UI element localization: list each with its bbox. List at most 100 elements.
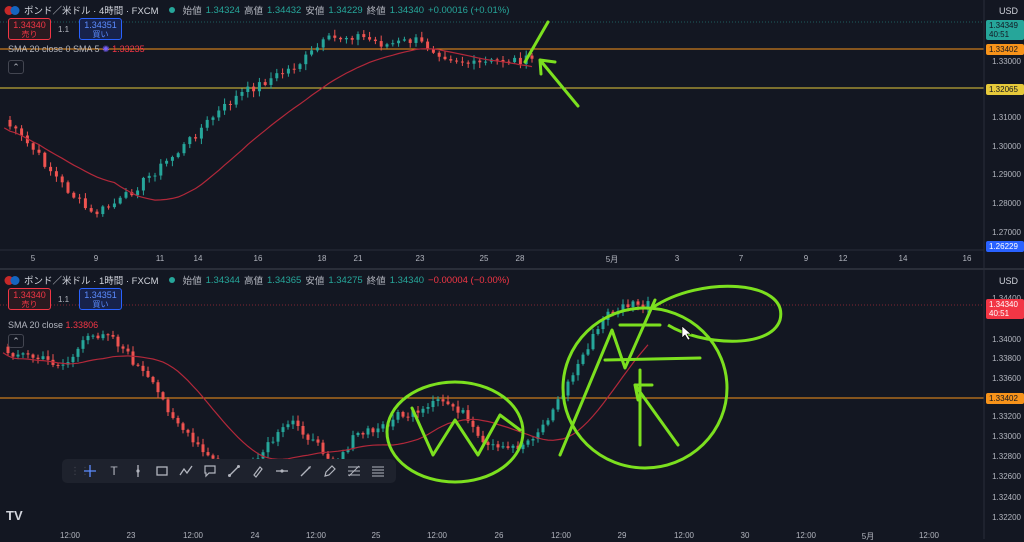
sell-label: 売り [21, 300, 38, 309]
buy-price: 1.34351 [84, 20, 117, 30]
orange-line-tag: 1.33402 [986, 393, 1024, 404]
sell-label: 売り [21, 30, 38, 39]
close-value: 1.34340 [389, 274, 425, 286]
symbol-title[interactable]: ポンド／米ドル · 4時間 · FXCM [24, 3, 159, 17]
last-price-tag: 1.34349 40:51 [986, 20, 1024, 40]
bot-candle [196, 442, 200, 445]
top-candle [368, 37, 372, 40]
symbol-title[interactable]: ポンド／米ドル · 1時間 · FXCM [24, 273, 159, 287]
top-candle [350, 37, 354, 40]
bot-candle [41, 356, 45, 360]
low-value: 1.34275 [328, 274, 363, 286]
chart-canvas-4h[interactable] [0, 0, 1024, 268]
collapse-legend-button[interactable]: ⌃ [8, 334, 24, 348]
top-candle [362, 34, 366, 38]
top-candle [373, 39, 377, 42]
orange-line-tag: 1.33402 [986, 44, 1024, 55]
drag-handle-icon[interactable]: ⋮⋮ [70, 466, 90, 477]
bot-candle [181, 423, 185, 430]
chart-pane-1h[interactable]: ポンド／米ドル · 1時間 · FXCM 始値 1.34344 高値 1.34365… [0, 270, 1024, 541]
trend-line-icon[interactable] [224, 461, 244, 481]
top-candle [414, 37, 418, 43]
text-icon[interactable]: T [104, 461, 124, 481]
top-candle [402, 39, 406, 41]
countdown-value: 40:51 [989, 309, 1010, 318]
bot-candle [421, 408, 425, 413]
top-candle [304, 54, 308, 65]
bot-candle [486, 442, 490, 446]
time-axis-label: 21 [353, 254, 363, 263]
rectangle-icon[interactable] [152, 461, 172, 481]
top-candle [217, 110, 221, 118]
yellow-line-tag: 1.32065 [986, 84, 1024, 95]
top-candle [60, 176, 64, 183]
price-axis-label: 1.33000 [992, 57, 1021, 66]
top-candle [495, 59, 499, 61]
bot-candle [186, 429, 190, 433]
bot-candle [81, 340, 85, 349]
sell-button[interactable]: 1.34340 売り [8, 18, 51, 40]
buy-button[interactable]: 1.34351 買い [79, 18, 122, 40]
bot-candle [456, 406, 460, 413]
bot-candle [276, 432, 280, 442]
ray-icon[interactable] [296, 461, 316, 481]
buy-button[interactable]: 1.34351 買い [79, 288, 122, 310]
bot-candle [161, 392, 165, 400]
chart-canvas-1h[interactable] [0, 270, 1024, 539]
open-label: 始値 [182, 6, 202, 17]
bot-candle [401, 412, 405, 417]
crosshair-icon[interactable] [80, 461, 100, 481]
symbol-flag-icon [4, 275, 20, 286]
price-axis-label: 1.32800 [992, 452, 1021, 461]
sma-settings-icon[interactable]: ✺ [102, 44, 110, 54]
bot-candle [101, 334, 105, 339]
collapse-legend-button[interactable]: ⌃ [8, 60, 24, 74]
bot-candle [311, 439, 315, 441]
chart-pane-4h[interactable]: ポンド／米ドル · 4時間 · FXCM 始値 1.34324 高値 1.34432… [0, 0, 1024, 268]
top-candle [408, 39, 412, 43]
top-candle [420, 37, 424, 42]
bot-candle [551, 409, 555, 421]
top-candle [460, 61, 464, 63]
time-axis-label: 7 [738, 254, 744, 263]
top-candle [513, 57, 517, 63]
top-candle [95, 211, 99, 215]
bot-candle [376, 428, 380, 433]
path-icon[interactable] [176, 461, 196, 481]
top-candle [118, 197, 122, 204]
bot-candle [176, 417, 180, 424]
bot-candle [126, 348, 130, 352]
top-candle [321, 39, 325, 48]
currency-label[interactable]: USD [999, 6, 1018, 16]
bot-candle [306, 434, 310, 440]
sma-legend[interactable]: SMA 20 close 1.33806 [8, 320, 98, 330]
top-candle [194, 137, 198, 139]
drawing-toolbar[interactable]: ⋮⋮ T [62, 459, 396, 483]
horizontal-line-icon[interactable] [272, 461, 292, 481]
bot-candle [381, 424, 385, 429]
bot-candle [301, 425, 305, 435]
last-price-value: 1.34349 [989, 21, 1018, 30]
time-axis-label: 25 [479, 254, 489, 263]
currency-label[interactable]: USD [999, 276, 1018, 286]
bot-candle [646, 301, 650, 308]
sell-price: 1.34340 [13, 290, 46, 300]
parallel-channel-icon[interactable] [368, 461, 388, 481]
pen-icon[interactable] [320, 461, 340, 481]
vertical-line-icon[interactable] [128, 461, 148, 481]
sell-button[interactable]: 1.34340 売り [8, 288, 51, 310]
fib-icon[interactable] [344, 461, 364, 481]
brush-icon[interactable] [248, 461, 268, 481]
bot-candle [361, 432, 365, 435]
sma-legend[interactable]: SMA 20 close 0 SMA 5 ✺ 1.33235 [8, 44, 145, 55]
bot-candle [16, 354, 20, 357]
annotation-stroke [523, 20, 550, 64]
bot-candle [326, 453, 330, 459]
top-candle [31, 143, 35, 150]
top-candle [263, 82, 267, 85]
top-candle [199, 127, 203, 139]
bot-candle [526, 440, 530, 445]
callout-icon[interactable] [200, 461, 220, 481]
bot-candle [546, 420, 550, 425]
time-axis-label: 11 [155, 254, 165, 263]
